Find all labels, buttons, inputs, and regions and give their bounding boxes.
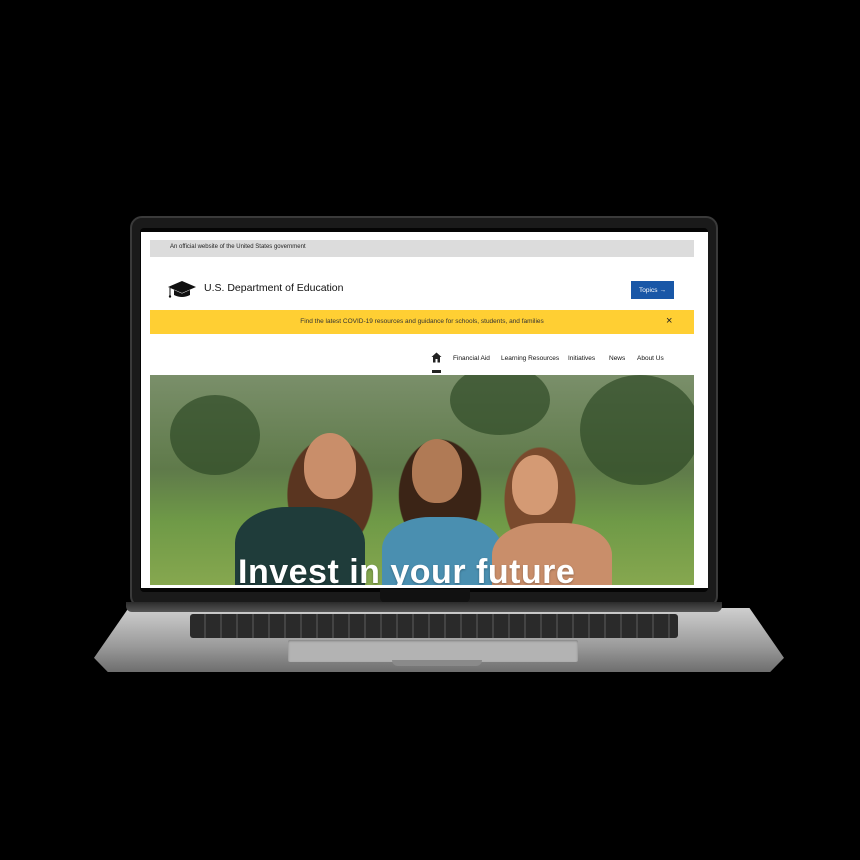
- graduation-cap-icon[interactable]: [167, 280, 197, 298]
- nav-learning-resources[interactable]: Learning Resources: [501, 355, 559, 362]
- browser-viewport: An official website of the United States…: [141, 232, 708, 588]
- nav-about-us[interactable]: About Us: [637, 355, 664, 362]
- hero-face: [512, 455, 558, 515]
- gov-banner-text: An official website of the United States…: [170, 244, 306, 250]
- nav-financial-aid[interactable]: Financial Aid: [453, 355, 490, 362]
- laptop-hinge: [126, 602, 722, 612]
- topics-button[interactable]: Topics →: [631, 281, 674, 299]
- hero-tree: [170, 395, 260, 475]
- official-gov-banner: An official website of the United States…: [150, 240, 694, 257]
- hero-tree: [580, 375, 694, 485]
- home-icon[interactable]: [431, 352, 442, 363]
- laptop-front-notch: [392, 660, 482, 666]
- site-name[interactable]: U.S. Department of Education: [204, 282, 344, 294]
- nav-initiatives[interactable]: Initiatives: [568, 355, 595, 362]
- arrow-right-icon: →: [659, 286, 666, 294]
- hero-face: [412, 439, 462, 503]
- laptop-trackpad: [288, 640, 578, 662]
- laptop-keyboard: [190, 614, 678, 638]
- covid-alert-banner: Find the latest COVID-19 resources and g…: [150, 310, 694, 334]
- laptop-hinge-notch: [380, 589, 470, 603]
- active-indicator: [432, 370, 441, 373]
- main-nav: Financial Aid Learning Resources Initiat…: [431, 350, 691, 373]
- site-header: U.S. Department of Education Topics →: [150, 270, 694, 308]
- hero-title: Invest in your future: [238, 553, 576, 585]
- hero-tree: [450, 375, 550, 435]
- hero-banner: Invest in your future: [150, 375, 694, 585]
- topics-label: Topics: [639, 286, 658, 294]
- close-icon[interactable]: ×: [666, 315, 672, 327]
- hero-face: [304, 433, 356, 499]
- alert-link[interactable]: Find the latest COVID-19 resources and g…: [150, 318, 694, 325]
- nav-news[interactable]: News: [609, 355, 625, 362]
